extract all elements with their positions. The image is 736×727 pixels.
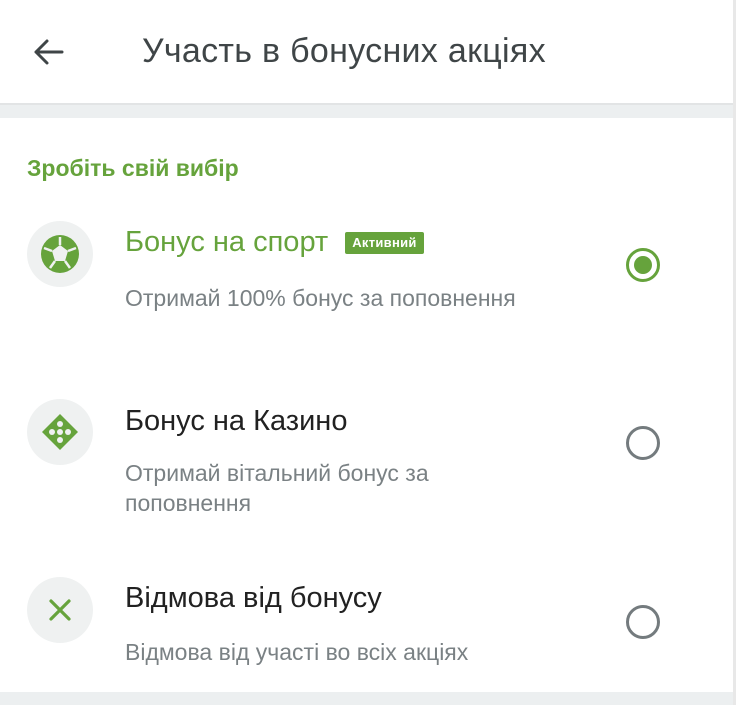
radio-casino-bonus[interactable]: [626, 426, 660, 460]
option-title: Відмова від бонусу: [125, 582, 382, 614]
option-title: Бонус на Казино: [125, 405, 348, 437]
arrow-left-icon: [34, 39, 64, 65]
option-sport-bonus[interactable]: Бонус на спорт Активний Отримай 100% бон…: [0, 210, 736, 370]
close-icon: [27, 577, 93, 643]
radio-selected-dot: [634, 256, 652, 274]
page-title: Участь в бонусних акціях: [142, 32, 546, 70]
status-badge: Активний: [345, 231, 424, 254]
header-divider: [0, 105, 736, 118]
casino-dice-icon: [27, 399, 93, 465]
radio-decline-bonus[interactable]: [626, 605, 660, 639]
option-description: Отримай 100% бонус за поповнення: [125, 285, 516, 311]
option-casino-bonus[interactable]: Бонус на Казино Отримай вітальний бонус …: [0, 389, 736, 549]
option-description: Отримай вітальний бонус за поповнення: [125, 460, 429, 516]
soccer-ball-icon: [27, 221, 93, 287]
back-button[interactable]: [18, 22, 78, 82]
option-description: Відмова від участі во всіх акціях: [125, 639, 469, 665]
option-title: Бонус на спорт: [125, 226, 329, 258]
radio-sport-bonus[interactable]: [626, 248, 660, 282]
section-title: Зробіть свій вибір: [27, 155, 239, 181]
bottom-divider: [0, 692, 736, 705]
app-header: Участь в бонусних акціях: [0, 0, 736, 105]
